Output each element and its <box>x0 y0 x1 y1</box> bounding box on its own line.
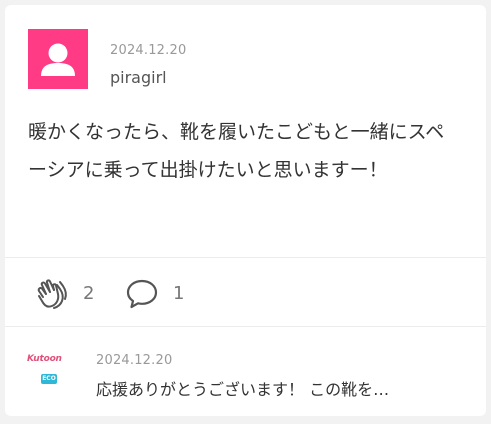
clap-count: 2 <box>83 283 95 304</box>
post-header: 2024.12.20 piragirl <box>28 29 466 89</box>
person-icon <box>41 43 75 76</box>
logo-badge: ECO <box>41 374 57 384</box>
comment-button[interactable]: 1 <box>125 273 195 313</box>
comment-count: 1 <box>173 283 185 304</box>
clap-icon <box>35 277 69 315</box>
clap-button[interactable]: 2 <box>35 273 105 313</box>
reply-date: 2024.12.20 <box>96 353 173 368</box>
reply-item[interactable]: Kutoon ECO 2024.12.20 応援ありがとうございます！ この靴を… <box>27 340 466 402</box>
avatar[interactable] <box>28 29 88 89</box>
post-body: 暖かくなったら、靴を履いたこどもと一緒にスペーシアに乗って出掛けたいと思いますー… <box>28 121 445 181</box>
reply-text: 応援ありがとうございます！ この靴を… <box>96 380 390 399</box>
post-card: 2024.12.20 piragirl 暖かくなったら、靴を履いたこどもと一緒に… <box>5 5 486 416</box>
post-actions: 2 1 <box>35 273 466 313</box>
post-date: 2024.12.20 <box>110 43 187 58</box>
logo-text: Kutoon <box>27 354 62 364</box>
divider <box>5 257 486 258</box>
divider <box>5 326 486 327</box>
post-username[interactable]: piragirl <box>110 68 167 87</box>
brand-logo: Kutoon ECO <box>27 354 71 394</box>
comment-icon <box>125 277 159 315</box>
